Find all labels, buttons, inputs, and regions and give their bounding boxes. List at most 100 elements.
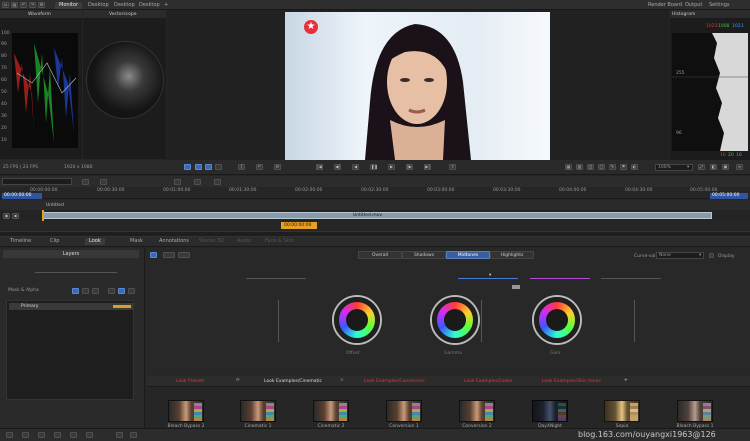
- range-midtones-button[interactable]: Midtones: [446, 251, 490, 259]
- redo-icon[interactable]: ↷: [29, 2, 36, 8]
- range-highlights-button[interactable]: Highlights: [490, 251, 534, 259]
- grade-tool-2-icon[interactable]: [163, 252, 175, 258]
- tab-mask[interactable]: Mask: [126, 238, 147, 245]
- tab-settings[interactable]: Settings: [705, 2, 734, 9]
- curve-select[interactable]: None ▾: [656, 252, 704, 259]
- tab-render-board[interactable]: Render Board: [644, 2, 686, 9]
- playhead[interactable]: [42, 210, 44, 221]
- preset-tab-conversion[interactable]: Look Examples/Conversion: [364, 379, 425, 384]
- close-icon[interactable]: ×: [340, 378, 344, 383]
- export-icon[interactable]: ⇪: [449, 164, 456, 170]
- layer-opacity-slider[interactable]: [35, 272, 117, 273]
- offset-wheel[interactable]: [334, 297, 380, 343]
- refresh-icon[interactable]: ⟳: [236, 378, 240, 383]
- tab-desktop-1[interactable]: Desktop: [84, 2, 113, 9]
- tab-look[interactable]: Look: [85, 238, 105, 245]
- view-option-2-icon[interactable]: ▥: [576, 164, 583, 170]
- range-shadows-button[interactable]: Shadows: [402, 251, 446, 259]
- loop-icon[interactable]: ⟳: [274, 164, 281, 170]
- add-preset-tab-button[interactable]: +: [624, 378, 628, 383]
- compare-icon[interactable]: [205, 164, 212, 170]
- bottom-tool-6-icon[interactable]: [86, 432, 93, 438]
- mask-mode-4-icon[interactable]: [108, 288, 115, 294]
- view-mode-icon[interactable]: [184, 164, 191, 170]
- display-toggle-icon[interactable]: [709, 253, 714, 258]
- layer-row-primary[interactable]: Primary: [9, 303, 133, 310]
- preset-thumb-sepia[interactable]: [604, 400, 640, 422]
- view-option-1-icon[interactable]: ▦: [565, 164, 572, 170]
- gain-wheel[interactable]: [534, 297, 580, 343]
- tab-face-skin[interactable]: Face & Skin: [261, 238, 298, 245]
- view-option-6-icon[interactable]: ⚑: [620, 164, 627, 170]
- tab-monitor[interactable]: Monitor: [55, 2, 83, 9]
- tab-output[interactable]: Output: [681, 2, 706, 9]
- go-start-icon[interactable]: |◀: [316, 164, 323, 170]
- gamma-level-slider[interactable]: [481, 300, 482, 342]
- split-view-icon[interactable]: [195, 164, 202, 170]
- range-slider-2[interactable]: [458, 278, 518, 279]
- preset-thumb-conversion-1[interactable]: [386, 400, 422, 422]
- offset-level-slider[interactable]: [278, 300, 279, 342]
- tab-timeline[interactable]: Timeline: [6, 238, 35, 245]
- fullscreen-icon[interactable]: ⤢: [698, 164, 705, 170]
- track-lock-icon[interactable]: ▪: [12, 213, 19, 219]
- mask-mode-6-icon[interactable]: [128, 288, 135, 294]
- end-time-field[interactable]: 00:05:00:00: [710, 193, 748, 199]
- view-option-4-icon[interactable]: ▢: [598, 164, 605, 170]
- preset-tab-look-presets[interactable]: Look Presets: [176, 379, 204, 384]
- next-frame-icon[interactable]: |▶: [406, 164, 413, 170]
- timeline-tool-2-icon[interactable]: [100, 179, 107, 185]
- gain-level-slider[interactable]: [634, 300, 635, 342]
- bottom-tool-2-icon[interactable]: [22, 432, 29, 438]
- timecode-box[interactable]: 00:00:00:00: [281, 222, 317, 229]
- bottom-tool-8-icon[interactable]: [130, 432, 137, 438]
- bottom-tool-1-icon[interactable]: [6, 432, 13, 438]
- gamma-wheel[interactable]: [432, 297, 478, 343]
- more-icon[interactable]: ≡: [736, 164, 743, 170]
- tab-annotations[interactable]: Annotations: [155, 238, 193, 245]
- timeline-tool-4-icon[interactable]: [194, 179, 201, 185]
- new-icon[interactable]: ▭: [2, 2, 9, 8]
- bottom-tool-5-icon[interactable]: [70, 432, 77, 438]
- marker-icon[interactable]: [215, 164, 222, 170]
- tab-audio[interactable]: Audio: [233, 238, 255, 245]
- prev-frame-icon[interactable]: ◀|: [334, 164, 341, 170]
- tab-stereo-3d[interactable]: Stereo 3D: [195, 238, 228, 245]
- timeline-clip[interactable]: Untitled.mov: [42, 212, 712, 219]
- view-option-7-icon[interactable]: ◐: [631, 164, 638, 170]
- range-slider-3[interactable]: [530, 278, 590, 279]
- view-option-3-icon[interactable]: ◫: [587, 164, 594, 170]
- wipe-icon[interactable]: ◧: [710, 164, 717, 170]
- preset-thumb-bleach-bypass-2[interactable]: [168, 400, 204, 422]
- settings-icon[interactable]: ⚙: [38, 2, 45, 8]
- range-overall-button[interactable]: Overall: [358, 251, 402, 259]
- in-point-icon[interactable]: {: [238, 164, 245, 170]
- range-slider-1[interactable]: [246, 278, 306, 279]
- mask-mode-5-icon[interactable]: [118, 288, 125, 294]
- out-point-icon[interactable]: ↶: [256, 164, 263, 170]
- timeline-dropdown[interactable]: [2, 178, 72, 185]
- bottom-tool-7-icon[interactable]: [116, 432, 123, 438]
- mask-mode-3-icon[interactable]: [92, 288, 99, 294]
- zoom-select[interactable]: 100% ▾: [655, 164, 693, 171]
- track-visible-icon[interactable]: ◉: [3, 213, 10, 219]
- preset-thumb-cinematic-1[interactable]: [240, 400, 276, 422]
- range-slider-4[interactable]: [601, 278, 661, 279]
- mask-mode-1-icon[interactable]: [72, 288, 79, 294]
- preset-thumb-bleach-bypass-1[interactable]: [677, 400, 713, 422]
- preset-tab-skin-tones[interactable]: Look Examples/Skin tones: [542, 379, 601, 384]
- preset-tab-looks[interactable]: Look Examples/Looks: [464, 379, 512, 384]
- add-tab-button[interactable]: +: [160, 2, 172, 9]
- save-icon[interactable]: ▤: [11, 2, 18, 8]
- bottom-tool-4-icon[interactable]: [54, 432, 61, 438]
- timeline-tool-1-icon[interactable]: [82, 179, 89, 185]
- preset-thumb-cinematic-2[interactable]: [313, 400, 349, 422]
- preset-tab-cinematic[interactable]: Look Examples/Cinematic: [264, 379, 322, 384]
- undo-icon[interactable]: ↶: [20, 2, 27, 8]
- go-end-icon[interactable]: ▶|: [424, 164, 431, 170]
- pause-icon[interactable]: ❚❚: [370, 164, 378, 170]
- view-option-5-icon[interactable]: ✎: [609, 164, 616, 170]
- overlay-icon[interactable]: ▣: [722, 164, 729, 170]
- current-time-field[interactable]: 00:00:00:00: [2, 193, 42, 199]
- mask-mode-2-icon[interactable]: [82, 288, 89, 294]
